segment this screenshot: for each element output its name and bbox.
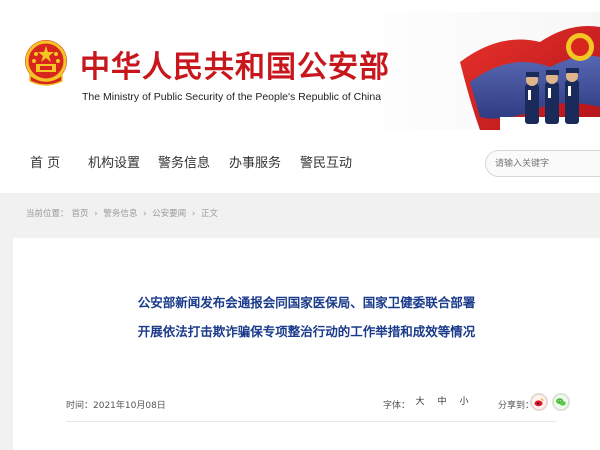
nav-item-interaction[interactable]: 警民互动 [300,152,352,171]
site-subtitle: The Ministry of Public Security of the P… [82,91,382,103]
breadcrumb-item-news[interactable]: 公安要闻 [152,209,186,219]
meta-divider [66,421,556,422]
police-banner-art [460,26,600,130]
breadcrumb-separator: › [143,209,147,219]
breadcrumb-label: 当前位置： [26,209,69,219]
search-box [485,150,600,177]
breadcrumb: 当前位置： 首页 › 警务信息 › 公安要闻 › 正文 [26,207,221,219]
nav-item-police-info[interactable]: 警务信息 [158,152,210,171]
breadcrumb-separator: › [191,209,196,219]
font-size-medium-button[interactable]: 中 [433,393,451,411]
top-bar [0,0,600,12]
breadcrumb-item-police-info[interactable]: 警务信息 [103,209,137,219]
nav-item-services[interactable]: 办事服务 [229,152,281,171]
article-card: 公安部新闻发布会通报会同国家医保局、国家卫健委联合部署 开展依法打击欺诈骗保专项… [13,238,600,450]
national-emblem-icon [25,40,67,86]
font-size-label: 字体： [383,401,411,411]
nav-item-organization[interactable]: 机构设置 [88,152,140,171]
wechat-icon[interactable] [552,393,570,411]
nav-item-home[interactable]: 首 页 [30,152,60,171]
weibo-icon[interactable] [530,393,548,411]
font-size-large-button[interactable]: 大 [411,393,429,411]
breadcrumb-item-home[interactable]: 首页 [72,209,89,219]
breadcrumb-separator: › [94,209,98,219]
search-input[interactable] [495,156,595,172]
site-header: 中华人民共和国公安部 The Ministry of Public Securi… [0,12,600,130]
breadcrumb-item-current: 正文 [201,209,219,219]
publish-time: 时间：2021年10月08日 [66,401,166,411]
font-size-small-button[interactable]: 小 [455,393,473,411]
article-title-line1: 公安部新闻发布会通报会同国家医保局、国家卫健委联合部署 [137,295,476,310]
site-title: 中华人民共和国公安部 [80,50,390,85]
article-title-line2: 开展依法打击欺诈骗保专项整治行动的工作举措和成效等情况 [137,324,476,339]
share-label: 分享到： [498,401,535,411]
